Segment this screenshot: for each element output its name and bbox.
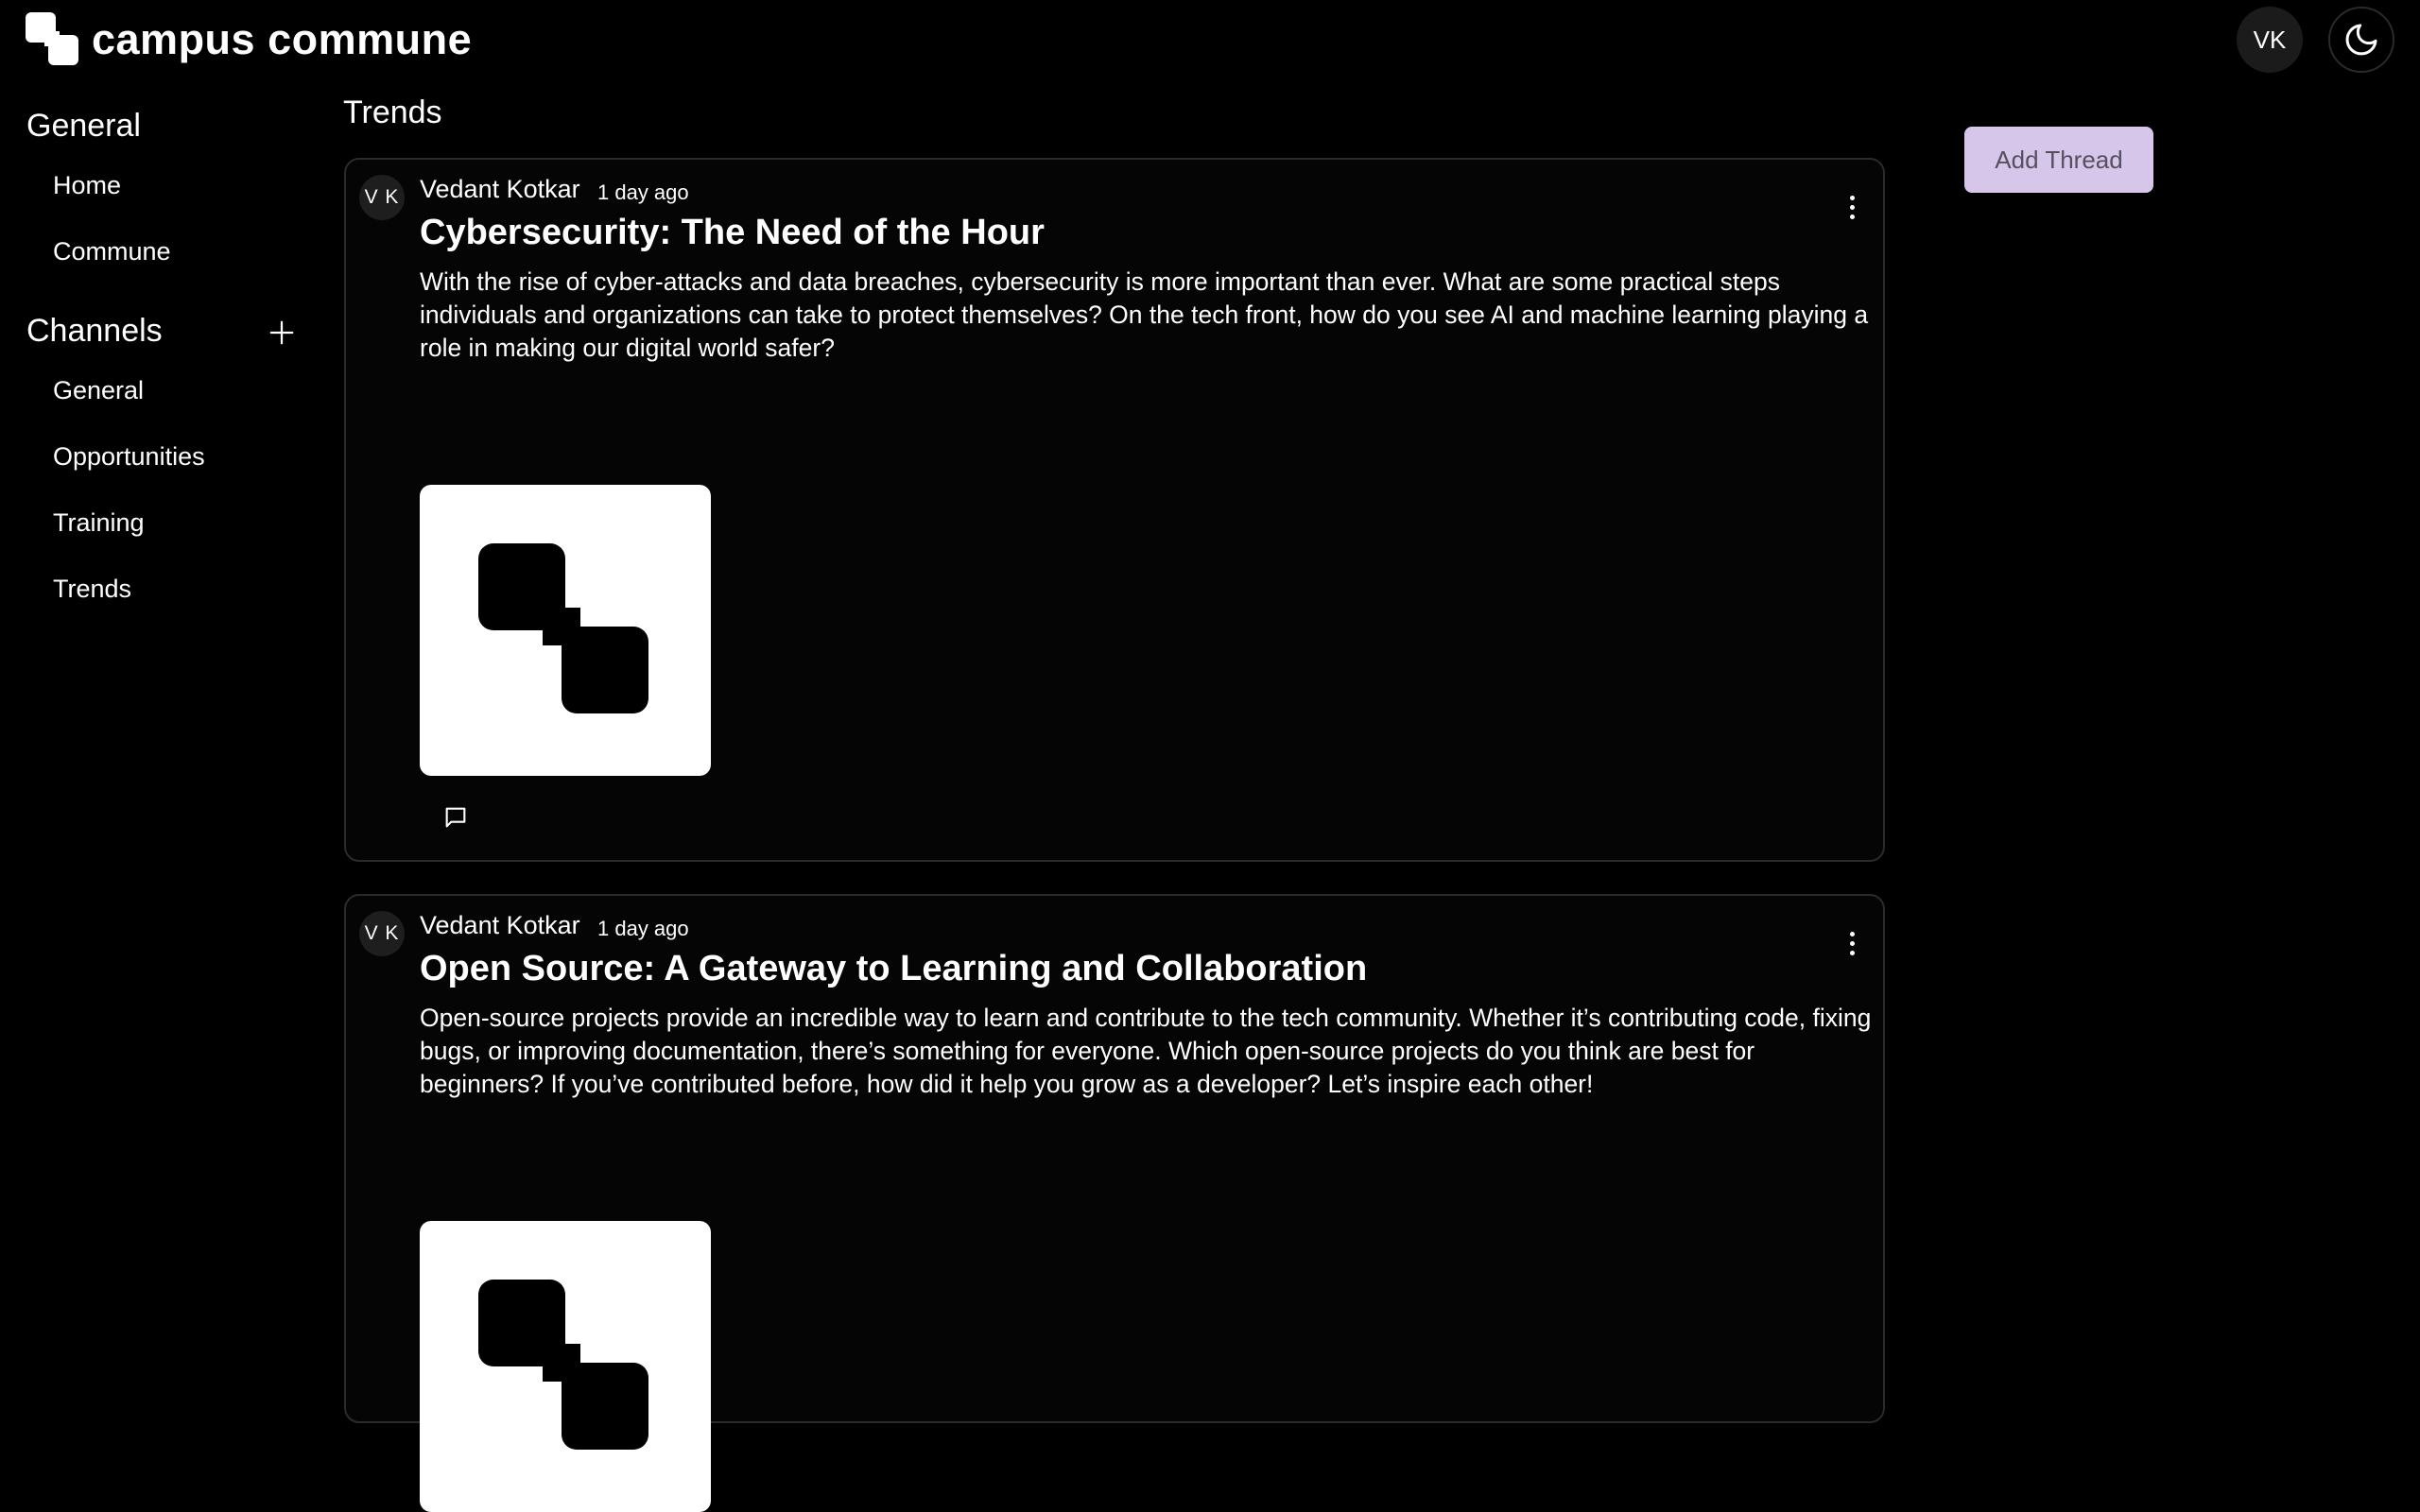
thread-timestamp: 1 day ago (597, 180, 689, 204)
more-vertical-icon (1849, 195, 1855, 219)
thread-menu-button[interactable] (1838, 188, 1866, 226)
sidebar-item-home[interactable]: Home (53, 171, 121, 200)
sidebar-item-commune[interactable]: Commune (53, 237, 171, 266)
app-logo[interactable]: campus commune (26, 12, 472, 67)
sidebar-item-opportunities[interactable]: Opportunities (53, 442, 205, 472)
page-title: Trends (343, 94, 442, 130)
sidebar-channels-title: Channels (26, 313, 163, 349)
theme-toggle-button[interactable] (2328, 7, 2394, 73)
sidebar-item-training[interactable]: Training (53, 508, 145, 538)
user-avatar-button[interactable]: VK (2237, 7, 2303, 73)
plus-icon (269, 320, 294, 345)
add-thread-button[interactable]: Add Thread (1964, 127, 2153, 193)
comment-icon (445, 807, 466, 828)
moon-icon (2345, 24, 2377, 56)
thread-image[interactable] (420, 485, 711, 776)
top-header: campus commune VK (0, 0, 2420, 79)
thread-body: Open-source projects provide an incredib… (420, 1004, 1872, 1098)
thread-title[interactable]: Open Source: A Gateway to Learning and C… (420, 949, 1367, 989)
sidebar-item-trends[interactable]: Trends (53, 575, 131, 604)
add-channel-button[interactable] (265, 316, 299, 350)
sidebar-general-title: General (26, 108, 141, 144)
thread-image[interactable] (420, 1221, 711, 1512)
author-avatar[interactable]: V K (359, 911, 405, 956)
thread-body: With the rise of cyber-attacks and data … (420, 267, 1869, 362)
thread-author[interactable]: Vedant Kotkar (420, 175, 580, 204)
campus-commune-logo-icon (26, 12, 80, 67)
thread-title[interactable]: Cybersecurity: The Need of the Hour (420, 213, 1045, 253)
sidebar-item-general[interactable]: General (53, 376, 144, 405)
thread-card[interactable]: V K Vedant Kotkar 1 day ago Cybersecurit… (344, 158, 1885, 862)
thread-timestamp: 1 day ago (597, 917, 689, 940)
thread-card[interactable]: V K Vedant Kotkar 1 day ago Open Source:… (344, 894, 1885, 1512)
more-vertical-icon (1849, 931, 1855, 955)
app-name: campus commune (92, 15, 473, 63)
thread-author[interactable]: Vedant Kotkar (420, 911, 580, 940)
comment-button[interactable] (437, 799, 475, 836)
author-avatar[interactable]: V K (359, 175, 405, 220)
thread-menu-button[interactable] (1838, 924, 1866, 962)
